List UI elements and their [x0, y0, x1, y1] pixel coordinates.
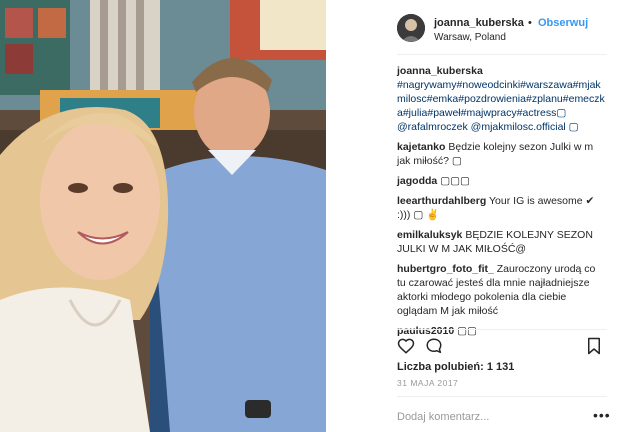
- post-photo[interactable]: [0, 0, 326, 432]
- comments-list: joanna_kuberska #nagrywamy#noweodcinki#w…: [397, 64, 607, 344]
- bookmark-icon[interactable]: [585, 337, 603, 355]
- likes-count[interactable]: Liczba polubień: 1 131: [397, 361, 514, 373]
- comment-author[interactable]: leearthurdahlberg: [397, 195, 486, 207]
- comment-author[interactable]: hubertgro_foto_fit_: [397, 263, 494, 275]
- post-date: 31 MAJA 2017: [397, 378, 459, 388]
- comment-item: kajetanko Będzie kolejny sezon Julki w m…: [397, 140, 607, 168]
- add-comment-bar: •••: [397, 407, 610, 425]
- comment-item: emilkaluksyk BĘDZIE KOLEJNY SEZON JULKI …: [397, 228, 607, 256]
- separator-dot: •: [528, 17, 532, 29]
- action-bar: [397, 337, 600, 357]
- post-username[interactable]: joanna_kuberska: [434, 17, 524, 29]
- instagram-post: joanna_kuberska • Obserwuj Warsaw, Polan…: [0, 0, 620, 432]
- heart-icon[interactable]: [397, 337, 415, 355]
- more-options-icon[interactable]: •••: [593, 407, 611, 423]
- comment-item: hubertgro_foto_fit_ Zauroczony urodą co …: [397, 262, 607, 318]
- comment-text: ▢▢: [457, 325, 477, 337]
- actions-divider: [397, 329, 607, 330]
- comment-author[interactable]: paulus2010: [397, 325, 454, 337]
- comment-text: ▢▢▢: [440, 175, 470, 187]
- post-header: joanna_kuberska • Obserwuj Warsaw, Polan…: [397, 12, 613, 46]
- post-panel: joanna_kuberska • Obserwuj Warsaw, Polan…: [383, 0, 613, 432]
- comment-item: paulus2010 ▢▢: [397, 324, 607, 338]
- comment-divider: [397, 396, 607, 397]
- comment-author[interactable]: kajetanko: [397, 141, 445, 153]
- avatar-image: [397, 14, 425, 42]
- comment-author[interactable]: jagodda: [397, 175, 437, 187]
- comment-icon[interactable]: [425, 337, 443, 355]
- caption: joanna_kuberska #nagrywamy#noweodcinki#w…: [397, 64, 607, 134]
- post-location[interactable]: Warsaw, Poland: [434, 32, 506, 43]
- caption-text: #nagrywamy#noweodcinki#warszawa#mjakmilo…: [397, 79, 605, 133]
- selfie-photo: [0, 0, 326, 432]
- header-divider: [397, 54, 607, 55]
- comment-author[interactable]: emilkaluksyk: [397, 229, 462, 241]
- comment-author[interactable]: joanna_kuberska: [397, 65, 483, 77]
- comment-item: jagodda ▢▢▢: [397, 174, 607, 188]
- add-comment-input[interactable]: [397, 411, 567, 423]
- avatar[interactable]: [397, 14, 425, 42]
- follow-button[interactable]: Obserwuj: [538, 17, 588, 29]
- comment-item: leearthurdahlberg Your IG is awesome ✔ :…: [397, 194, 607, 222]
